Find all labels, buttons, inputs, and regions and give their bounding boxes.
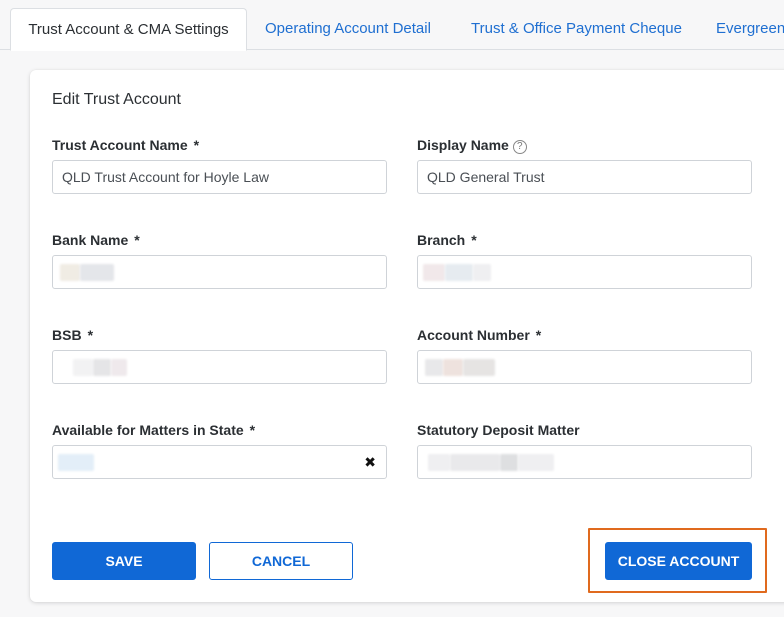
redacted-value (425, 359, 443, 376)
redacted-value (450, 454, 500, 471)
branch-label: Branch * (417, 232, 477, 248)
clear-icon[interactable]: ✖ (364, 446, 376, 478)
statutory-deposit-matter-input[interactable] (417, 445, 752, 479)
redacted-value (463, 359, 495, 376)
bank-name-input[interactable] (52, 255, 387, 289)
bsb-input[interactable] (52, 350, 387, 384)
available-for-matters-in-state-label: Available for Matters in State * (52, 422, 256, 438)
redacted-value (423, 264, 445, 281)
required-mark: * (249, 422, 256, 438)
display-name-label: Display Name? (417, 137, 527, 154)
cancel-button[interactable]: CANCEL (209, 542, 353, 580)
required-mark: * (134, 232, 140, 248)
help-icon[interactable]: ? (512, 140, 527, 154)
available-state-select[interactable]: ✖ (52, 445, 387, 479)
redacted-value (428, 454, 450, 471)
trust-account-name-input[interactable]: QLD Trust Account for Hoyle Law (52, 160, 387, 194)
redacted-value (500, 454, 518, 471)
highlight-box (588, 528, 767, 593)
save-button[interactable]: SAVE (52, 542, 196, 580)
tab-trust-office-payment-cheque[interactable]: Trust & Office Payment Cheque (471, 8, 682, 51)
tab-trust-account-cma-settings[interactable]: Trust Account & CMA Settings (10, 8, 247, 51)
redacted-value (443, 359, 463, 376)
edit-trust-account-card: Edit Trust Account Trust Account Name * Q… (30, 70, 784, 602)
redacted-value (80, 264, 114, 281)
redacted-value (518, 454, 554, 471)
account-number-input[interactable] (417, 350, 752, 384)
branch-input[interactable] (417, 255, 752, 289)
card-title: Edit Trust Account (52, 91, 181, 108)
redacted-value (111, 359, 127, 376)
bank-name-label: Bank Name * (52, 232, 140, 248)
redacted-value (73, 359, 93, 376)
statutory-deposit-matter-label: Statutory Deposit Matter (417, 422, 580, 438)
bsb-label: BSB * (52, 327, 94, 343)
tab-evergreen[interactable]: Evergreen (716, 8, 784, 51)
redacted-value (93, 359, 111, 376)
redacted-value (445, 264, 473, 281)
selected-state-chip[interactable] (58, 454, 94, 471)
required-mark: * (193, 137, 200, 153)
redacted-value (473, 264, 491, 281)
tab-operating-account-detail[interactable]: Operating Account Detail (265, 8, 431, 51)
required-mark: * (471, 232, 477, 248)
required-mark: * (87, 327, 94, 343)
required-mark: * (535, 327, 542, 343)
redacted-value (60, 264, 80, 281)
account-number-label: Account Number * (417, 327, 542, 343)
tab-bar: Trust Account & CMA Settings Operating A… (0, 0, 784, 51)
trust-account-name-label: Trust Account Name * (52, 137, 200, 153)
display-name-input[interactable]: QLD General Trust (417, 160, 752, 194)
